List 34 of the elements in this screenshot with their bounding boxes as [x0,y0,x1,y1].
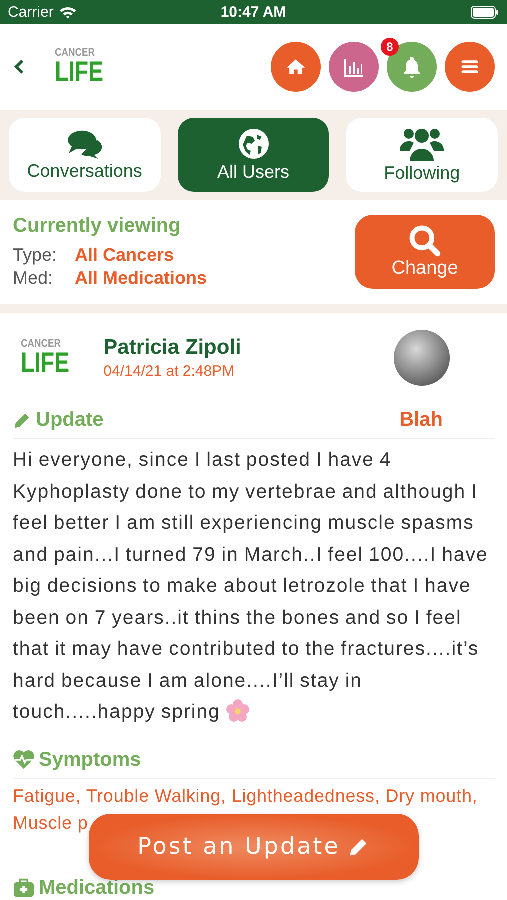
pencil-icon [13,411,32,430]
people-icon [400,126,444,160]
menu-button[interactable] [445,42,495,92]
logo: CANCER LIFE [55,48,105,86]
home-button[interactable] [271,42,321,92]
globe-icon [238,128,270,160]
tab[interactable]: Following [346,118,498,192]
speech-bubbles-icon [66,128,104,158]
filter-label: Type: [13,244,58,266]
section-title: Symptoms [39,748,142,772]
chart-button[interactable] [329,42,379,92]
post-type: Update [36,409,104,432]
mood-label: Blah [400,409,443,432]
back-icon[interactable] [14,59,25,75]
battery-icon [471,6,499,18]
post-body: Hi everyone, since I last posted I have 4 Kyphoplasty done to my vertebrae and although I feel better I am still experiencing muscle spasms and pain...I turned 79 in March..I feel 100....I have big decisions to make about letrozole that I have been on 7 years..it thins the bones and so I feel that it may have contributed to the fractures....it’s hard because I am alone....I’ll stay in touch.....happy spring [13,448,490,725]
filter-value: All Medications [75,266,208,290]
clock: 10:47 AM [220,4,286,20]
wifi-icon [58,6,77,18]
filter-title: Currently viewing [13,214,182,238]
filter-value: All Cancers [75,244,174,266]
heartbeat-icon [13,750,35,770]
logo: CANCER LIFE [21,339,71,377]
author-name: Patricia Zipoli [104,336,242,360]
tab[interactable]: All Users [178,118,330,192]
flower-icon [226,699,250,723]
filter-label: Med: [13,266,54,290]
carrier-label: Carrier [8,4,54,20]
tab[interactable]: Conversations [9,118,161,192]
search-icon [408,224,442,258]
notification-badge: 8 [381,38,399,56]
timestamp: 04/14/21 at 2:48PM [104,363,236,380]
bell-button[interactable] [387,42,437,92]
avatar [393,329,451,387]
